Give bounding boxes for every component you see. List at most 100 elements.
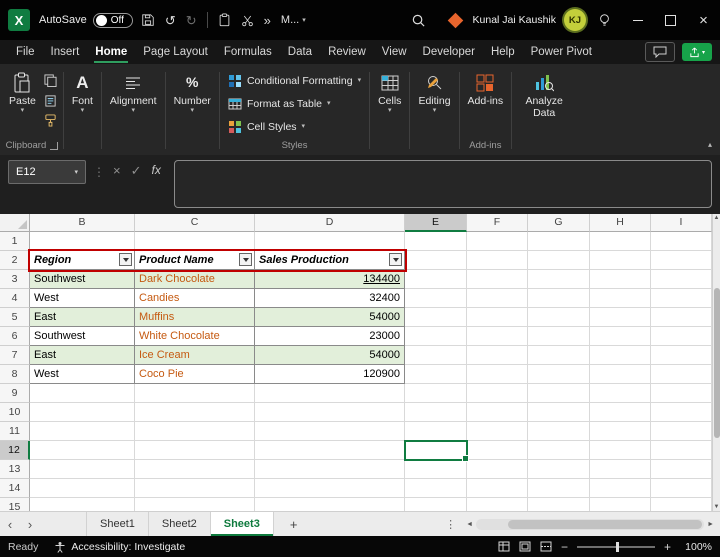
number-menu-button[interactable]: % Number ▾	[169, 66, 216, 115]
cell-H9[interactable]	[590, 384, 651, 403]
row-header-3[interactable]: 3	[0, 270, 30, 289]
cell-C14[interactable]	[135, 479, 255, 498]
row-header-6[interactable]: 6	[0, 327, 30, 346]
menu-data[interactable]: Data	[280, 40, 320, 64]
maximize-button[interactable]	[654, 0, 687, 40]
paste-button[interactable]: Paste ▾	[4, 66, 41, 115]
cell-B15[interactable]	[30, 498, 135, 511]
cell-G11[interactable]	[528, 422, 590, 441]
cell-E4[interactable]	[405, 289, 467, 308]
format-as-table-button[interactable]: Format as Table ▾	[223, 92, 366, 115]
cell-E8[interactable]	[405, 365, 467, 384]
row-header-1[interactable]: 1	[0, 232, 30, 251]
cell-I6[interactable]	[651, 327, 712, 346]
cell-D8[interactable]: 120900	[255, 365, 405, 384]
cell-I2[interactable]	[651, 251, 712, 270]
sheet-nav-left-button[interactable]: ‹	[0, 518, 20, 531]
cell-H15[interactable]	[590, 498, 651, 511]
cell-F11[interactable]	[467, 422, 528, 441]
column-header-H[interactable]: H	[590, 214, 651, 232]
cell-H3[interactable]	[590, 270, 651, 289]
cell-I4[interactable]	[651, 289, 712, 308]
horizontal-scrollbar[interactable]: ◄ ►	[463, 519, 717, 530]
cell-B4[interactable]: West	[30, 289, 135, 308]
cell-D5[interactable]: 54000	[255, 308, 405, 327]
save-button[interactable]	[141, 13, 155, 27]
cell-D11[interactable]	[255, 422, 405, 441]
column-header-F[interactable]: F	[467, 214, 528, 232]
cut-button[interactable]	[241, 14, 254, 27]
menu-review[interactable]: Review	[320, 40, 374, 64]
cell-G2[interactable]	[528, 251, 590, 270]
font-menu-button[interactable]: A Font ▾	[67, 66, 98, 115]
cell-G10[interactable]	[528, 403, 590, 422]
sheet-tab-sheet1[interactable]: Sheet1	[86, 512, 149, 536]
row-header-4[interactable]: 4	[0, 289, 30, 308]
cell-G14[interactable]	[528, 479, 590, 498]
cell-D14[interactable]	[255, 479, 405, 498]
clipboard-button[interactable]	[218, 13, 231, 27]
excel-logo-icon[interactable]: X	[8, 9, 30, 31]
cell-I8[interactable]	[651, 365, 712, 384]
cell-I3[interactable]	[651, 270, 712, 289]
page-break-view-icon[interactable]	[540, 541, 552, 552]
cell-I5[interactable]	[651, 308, 712, 327]
zoom-out-button[interactable]: −	[561, 541, 568, 553]
column-header-E[interactable]: E	[405, 214, 467, 232]
cell-E7[interactable]	[405, 346, 467, 365]
cell-I12[interactable]	[651, 441, 712, 460]
quick-access-menu[interactable]: M... ▾	[281, 14, 306, 26]
horizontal-scrollbar-track[interactable]	[476, 519, 704, 530]
formula-input[interactable]	[174, 160, 712, 208]
cell-E13[interactable]	[405, 460, 467, 479]
cell-F1[interactable]	[467, 232, 528, 251]
avatar[interactable]: KJ	[564, 9, 586, 31]
cell-D1[interactable]	[255, 232, 405, 251]
cell-G6[interactable]	[528, 327, 590, 346]
alignment-menu-button[interactable]: Alignment ▾	[105, 66, 162, 115]
cell-H14[interactable]	[590, 479, 651, 498]
cell-G8[interactable]	[528, 365, 590, 384]
add-sheet-button[interactable]: +	[290, 517, 298, 532]
column-header-B[interactable]: B	[30, 214, 135, 232]
row-header-13[interactable]: 13	[0, 460, 30, 479]
cell-G4[interactable]	[528, 289, 590, 308]
cell-C4[interactable]: Candies	[135, 289, 255, 308]
zoom-slider-knob[interactable]	[616, 542, 619, 552]
cell-I13[interactable]	[651, 460, 712, 479]
column-header-G[interactable]: G	[528, 214, 590, 232]
cell-D15[interactable]	[255, 498, 405, 511]
cell-I7[interactable]	[651, 346, 712, 365]
cell-C5[interactable]: Muffins	[135, 308, 255, 327]
zoom-level[interactable]: 100%	[680, 541, 712, 553]
cell-D13[interactable]	[255, 460, 405, 479]
page-layout-view-icon[interactable]	[519, 541, 531, 552]
cell-E15[interactable]	[405, 498, 467, 511]
zoom-slider[interactable]	[577, 546, 655, 548]
sheet-options-button[interactable]: ⋮	[445, 518, 456, 531]
cell-C10[interactable]	[135, 403, 255, 422]
horizontal-scrollbar-thumb[interactable]	[508, 520, 702, 529]
cell-D10[interactable]	[255, 403, 405, 422]
cell-H4[interactable]	[590, 289, 651, 308]
scroll-down-icon[interactable]: ▼	[714, 503, 720, 511]
cell-D12[interactable]	[255, 441, 405, 460]
quick-access-overflow[interactable]: »	[264, 14, 271, 27]
sheet-nav-right-button[interactable]: ›	[20, 518, 40, 531]
insert-function-button[interactable]: fx	[152, 164, 161, 176]
cell-I15[interactable]	[651, 498, 712, 511]
cell-F12[interactable]	[467, 441, 528, 460]
sheet-tab-sheet3[interactable]: Sheet3	[211, 512, 274, 536]
copy-icon[interactable]	[44, 74, 57, 87]
cell-C8[interactable]: Coco Pie	[135, 365, 255, 384]
filter-button[interactable]	[389, 253, 402, 266]
cell-H10[interactable]	[590, 403, 651, 422]
cell-I1[interactable]	[651, 232, 712, 251]
undo-button[interactable]: ↺	[165, 14, 176, 27]
cell-B3[interactable]: Southwest	[30, 270, 135, 289]
cell-E10[interactable]	[405, 403, 467, 422]
cell-B14[interactable]	[30, 479, 135, 498]
cell-B5[interactable]: East	[30, 308, 135, 327]
zoom-in-button[interactable]: +	[664, 541, 671, 553]
cell-H11[interactable]	[590, 422, 651, 441]
